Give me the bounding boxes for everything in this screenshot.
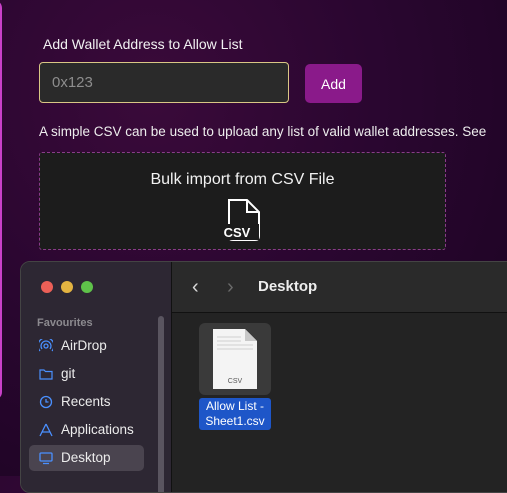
- finder-sidebar: Favourites AirDrop git Recents Applicati…: [21, 262, 172, 492]
- side-panel-edge: [0, 0, 2, 400]
- back-chevron-icon[interactable]: ‹: [192, 276, 199, 299]
- sidebar-item-airdrop[interactable]: AirDrop: [29, 333, 144, 359]
- zoom-window-button[interactable]: [81, 281, 93, 293]
- section-heading: Add Wallet Address to Allow List: [43, 36, 243, 52]
- dropzone-title: Bulk import from CSV File: [150, 171, 335, 188]
- sidebar-item-label: Recents: [61, 394, 111, 409]
- sidebar-item-label: Applications: [61, 422, 134, 437]
- sidebar-item-label: git: [61, 366, 76, 381]
- desktop-icon: [39, 452, 53, 465]
- file-name-label[interactable]: Allow List - Sheet1.csv: [199, 398, 271, 430]
- finder-toolbar: ‹ › Desktop: [172, 262, 507, 313]
- file-thumbnail[interactable]: CSV: [199, 323, 271, 395]
- sidebar-item-recents[interactable]: Recents: [29, 389, 144, 415]
- applications-icon: [39, 423, 53, 437]
- airdrop-icon: [39, 339, 53, 352]
- forward-chevron-icon[interactable]: ›: [227, 276, 234, 299]
- sidebar-item-git[interactable]: git: [29, 361, 144, 387]
- sidebar-item-label: AirDrop: [61, 338, 107, 353]
- folder-icon: [39, 369, 53, 380]
- csv-document-icon: CSV: [213, 329, 257, 389]
- sidebar-item-applications[interactable]: Applications: [29, 417, 144, 443]
- finder-window[interactable]: Favourites AirDrop git Recents Applicati…: [20, 261, 507, 493]
- wallet-address-input[interactable]: [39, 62, 289, 103]
- csv-icon-label: CSV: [224, 225, 251, 240]
- current-folder-title: Desktop: [258, 278, 318, 295]
- minimize-window-button[interactable]: [61, 281, 73, 293]
- csv-dropzone[interactable]: Bulk import from CSV File CSV: [39, 152, 446, 250]
- sidebar-item-label: Desktop: [61, 450, 111, 465]
- clock-icon: [39, 395, 53, 409]
- csv-file-icon: CSV: [223, 198, 263, 247]
- favourites-label: Favourites: [37, 317, 93, 329]
- file-thumb-label: CSV: [228, 378, 243, 385]
- sidebar-scrollbar[interactable]: [158, 316, 164, 492]
- add-button[interactable]: Add: [305, 64, 362, 103]
- sidebar-item-desktop[interactable]: Desktop: [29, 445, 144, 471]
- csv-description: A simple CSV can be used to upload any l…: [39, 124, 487, 139]
- close-window-button[interactable]: [41, 281, 53, 293]
